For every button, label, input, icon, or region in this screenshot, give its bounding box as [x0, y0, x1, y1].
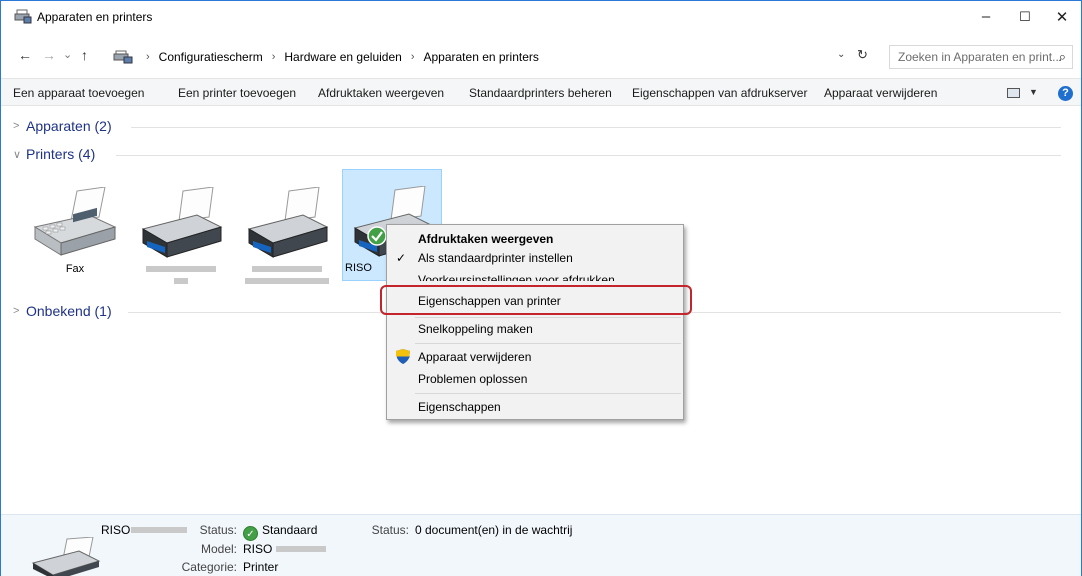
view-options-icon[interactable] — [1007, 88, 1020, 98]
chevron-right-icon: > — [13, 305, 20, 317]
device-printer-2[interactable] — [131, 171, 231, 284]
breadcrumb-devices-printers[interactable]: Apparaten en printers — [423, 50, 538, 64]
breadcrumb-control-panel[interactable]: Configuratiescherm — [159, 50, 263, 64]
fax-icon — [33, 187, 117, 256]
default-check-icon — [367, 226, 387, 246]
check-circle-icon: ✓ — [243, 526, 258, 541]
minimize-button[interactable]: – — [968, 1, 1004, 32]
menu-item-set-default[interactable]: ✓ Als standaardprinter instellen — [387, 247, 683, 269]
search-icon[interactable]: ⌕ — [1059, 49, 1066, 65]
group-divider — [131, 127, 1061, 128]
group-devices[interactable]: > Apparaten (2) — [13, 118, 1063, 134]
window-title: Apparaten en printers — [37, 10, 153, 24]
menu-item-label: Eigenschappen — [418, 400, 501, 414]
menu-item-label: Voorkeursinstellingen voor afdrukken — [418, 273, 615, 281]
breadcrumb[interactable]: › Configuratiescherm › Hardware en gelui… — [113, 45, 871, 69]
manage-default-printers-button[interactable]: Standaardprinters beheren — [469, 86, 612, 100]
devices-printers-icon — [14, 9, 32, 24]
detail-status-label: Status: — [199, 523, 237, 537]
printer-icon — [141, 187, 223, 258]
menu-item-label: Afdruktaken weergeven — [418, 232, 554, 246]
checkmark-icon: ✓ — [396, 251, 407, 265]
up-button[interactable]: ↑ — [81, 47, 88, 63]
address-row: ← → ⌄ ↑ › Configuratiescherm › Hardware … — [1, 45, 1081, 69]
group-printers-label: Printers (4) — [26, 146, 96, 162]
shield-icon — [396, 349, 410, 364]
menu-item-create-shortcut[interactable]: Snelkoppeling maken — [387, 318, 683, 340]
device-label-redacted — [131, 263, 231, 287]
maximize-button[interactable]: ☐ — [1007, 1, 1043, 32]
device-label-redacted — [237, 263, 337, 287]
breadcrumb-hardware-sound[interactable]: Hardware en geluiden — [284, 50, 401, 64]
menu-item-printing-preferences[interactable]: Voorkeursinstellingen voor afdrukken — [387, 267, 683, 281]
print-server-properties-button[interactable]: Eigenschappen van afdrukserver — [632, 86, 807, 100]
menu-item-properties[interactable]: Eigenschappen — [387, 396, 683, 418]
add-printer-button[interactable]: Een printer toevoegen — [178, 86, 296, 100]
control-panel-icon — [113, 50, 133, 64]
menu-item-label: Problemen oplossen — [418, 372, 528, 386]
search-placeholder: Zoeken in Apparaten en print... — [898, 50, 1063, 64]
refresh-icon[interactable]: ↻ — [857, 47, 868, 63]
detail-name-redacted — [131, 527, 187, 533]
add-device-button[interactable]: Een apparaat toevoegen — [13, 86, 144, 100]
address-dropdown-icon[interactable]: ⌄ — [837, 49, 845, 60]
detail-queue-value: 0 document(en) in de wachtrij — [415, 523, 573, 537]
details-pane: RISO Status: ✓ Standaard Model: RISO Cate… — [1, 514, 1081, 576]
breadcrumb-separator: › — [271, 51, 276, 63]
detail-model-redacted — [276, 546, 326, 552]
menu-item-troubleshoot[interactable]: Problemen oplossen — [387, 368, 683, 390]
title-bar: Apparaten en printers – ☐ ✕ — [1, 1, 1081, 32]
help-icon[interactable]: ? — [1058, 86, 1073, 101]
breadcrumb-separator: › — [410, 51, 415, 63]
device-fax[interactable]: Fax — [25, 171, 125, 283]
group-devices-label: Apparaten (2) — [26, 118, 112, 134]
close-button[interactable]: ✕ — [1044, 1, 1080, 32]
menu-item-label: Als standaardprinter instellen — [418, 251, 573, 265]
chevron-down-icon: ∨ — [13, 148, 22, 161]
chevron-right-icon: > — [13, 120, 20, 132]
context-menu: Afdruktaken weergeven ✓ Als standaardpri… — [386, 224, 684, 420]
breadcrumb-separator: › — [146, 51, 150, 63]
recent-locations-button[interactable]: ⌄ — [63, 48, 72, 61]
command-bar: Een apparaat toevoegen Een printer toevo… — [1, 78, 1081, 106]
menu-item-remove-device[interactable]: Apparaat verwijderen — [387, 346, 683, 368]
devices-and-printers-window: Apparaten en printers – ☐ ✕ ← → ⌄ ↑ › Co… — [0, 0, 1082, 576]
menu-item-label: Snelkoppeling maken — [418, 322, 533, 336]
detail-category-label: Categorie: — [181, 560, 237, 574]
detail-model-value: RISO — [243, 542, 273, 556]
menu-separator — [415, 393, 681, 394]
detail-queue-label: Status: — [371, 523, 409, 537]
device-printer-3[interactable] — [237, 171, 337, 284]
view-dropdown-icon[interactable]: ▼ — [1029, 87, 1038, 97]
detail-device-name: RISO — [101, 523, 131, 537]
group-printers[interactable]: ∨ Printers (4) — [13, 146, 1063, 162]
forward-button[interactable]: → — [42, 47, 56, 63]
menu-item-label: Apparaat verwijderen — [418, 350, 532, 364]
group-divider — [116, 155, 1061, 156]
detail-model-label: Model: — [200, 542, 237, 556]
detail-status-value: ✓ Standaard — [243, 523, 317, 541]
group-unknown-label: Onbekend (1) — [26, 303, 112, 319]
printer-icon — [247, 187, 329, 258]
remove-device-button[interactable]: Apparaat verwijderen — [824, 86, 937, 100]
menu-separator — [415, 343, 681, 344]
device-label: Fax — [65, 263, 85, 275]
printer-icon — [31, 537, 101, 576]
highlight-annotation — [380, 285, 692, 315]
search-input[interactable]: Zoeken in Apparaten en print... ⌕ — [889, 45, 1073, 69]
see-print-jobs-button[interactable]: Afdruktaken weergeven — [318, 86, 444, 100]
back-button[interactable]: ← — [18, 47, 32, 63]
status-text: Standaard — [262, 523, 318, 537]
detail-category-value: Printer — [243, 560, 279, 574]
